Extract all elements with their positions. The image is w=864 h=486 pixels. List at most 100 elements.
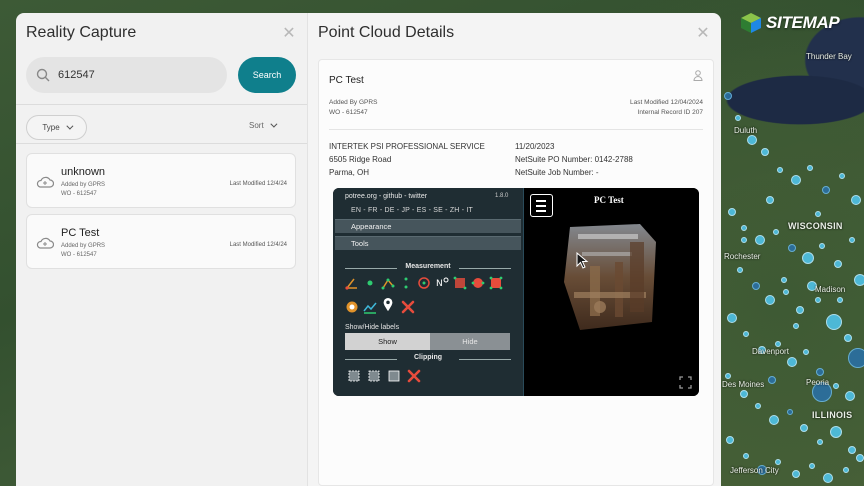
fullscreen-icon[interactable] (679, 376, 692, 389)
map-marker[interactable] (740, 390, 748, 398)
map-marker[interactable] (752, 282, 760, 290)
map-marker[interactable] (826, 314, 842, 330)
map-marker[interactable] (761, 148, 769, 156)
map-marker[interactable] (816, 368, 824, 376)
map-marker[interactable] (833, 383, 839, 389)
map-marker[interactable] (727, 313, 737, 323)
annotation-tool-icon[interactable] (345, 300, 359, 314)
map-marker[interactable] (741, 237, 747, 243)
user-icon[interactable] (693, 70, 703, 81)
clip-plane-icon[interactable] (387, 369, 401, 383)
tools-section[interactable]: Tools (335, 236, 521, 250)
clip-volume-icon[interactable] (347, 369, 361, 383)
map-marker[interactable] (755, 403, 761, 409)
map-marker[interactable] (726, 436, 734, 444)
map-marker[interactable] (728, 208, 736, 216)
menu-icon[interactable] (530, 194, 553, 217)
close-icon[interactable]: ✕ (281, 26, 297, 42)
map-marker[interactable] (807, 165, 813, 171)
map-marker[interactable] (845, 391, 855, 401)
hide-labels-toggle[interactable]: Hide (430, 333, 510, 350)
map-marker[interactable] (788, 244, 796, 252)
remove-clipping-icon[interactable] (407, 369, 421, 383)
map-marker[interactable] (747, 135, 757, 145)
map-marker[interactable] (848, 348, 864, 368)
list-item[interactable]: unknown Added by GPRS WO - 612547 Last M… (26, 153, 296, 208)
map-marker[interactable] (809, 463, 815, 469)
area-tool-icon[interactable] (453, 276, 467, 290)
point-tool-icon[interactable] (363, 276, 377, 290)
map-marker[interactable] (766, 196, 774, 204)
map-marker[interactable] (765, 295, 775, 305)
map-marker[interactable] (787, 357, 797, 367)
map-marker[interactable] (819, 243, 825, 249)
sort-button[interactable]: Sort (249, 120, 278, 130)
map-marker[interactable] (822, 186, 830, 194)
map-marker[interactable] (802, 252, 814, 264)
language-selector[interactable]: EN - FR - DE - JP - ES - SE - ZH - IT (351, 207, 473, 214)
map-marker[interactable] (839, 173, 845, 179)
close-icon[interactable]: ✕ (695, 26, 711, 42)
height-tool-icon[interactable] (399, 276, 413, 290)
angle-tool-icon[interactable] (345, 276, 359, 290)
map-marker[interactable] (743, 331, 749, 337)
map-marker[interactable] (844, 334, 852, 342)
item-wo: WO - 612547 (61, 191, 97, 197)
remove-measurements-icon[interactable] (401, 300, 415, 314)
map-marker[interactable] (724, 92, 732, 100)
map-marker[interactable] (735, 115, 741, 121)
map-marker[interactable] (848, 446, 856, 454)
show-labels-toggle[interactable]: Show (345, 333, 430, 350)
list-item[interactable]: PC Test Added by GPRS WO - 612547 Last M… (26, 214, 296, 269)
azimuth-tool-icon[interactable]: N (435, 276, 449, 290)
map-marker[interactable] (741, 225, 747, 231)
map-marker[interactable] (815, 211, 821, 217)
map-marker[interactable] (823, 473, 833, 483)
map-marker[interactable] (768, 376, 776, 384)
potree-header-links[interactable]: potree.org - github - twitter (345, 193, 427, 200)
profile-tool-icon[interactable] (363, 300, 377, 314)
search-button[interactable]: Search (238, 57, 296, 93)
box-volume-tool-icon[interactable] (489, 276, 503, 290)
point-cloud-render-area[interactable]: PC Test (523, 188, 699, 396)
clip-polygon-icon[interactable] (367, 369, 381, 383)
map-marker[interactable] (815, 297, 821, 303)
map-marker[interactable] (783, 289, 789, 295)
map-marker[interactable] (851, 195, 861, 205)
point-cloud-details-panel: Point Cloud Details ✕ PC Test Added By G… (307, 13, 721, 486)
map-marker[interactable] (775, 459, 781, 465)
type-filter-button[interactable]: Type (26, 115, 87, 140)
potree-viewer[interactable]: potree.org - github - twitter 1.8.0 EN -… (333, 188, 699, 396)
volume-tool-icon[interactable] (471, 276, 485, 290)
search-field[interactable] (26, 57, 227, 93)
map-marker[interactable] (791, 175, 801, 185)
map-marker[interactable] (849, 237, 855, 243)
map-marker[interactable] (793, 323, 799, 329)
map-marker[interactable] (856, 454, 864, 462)
map-marker[interactable] (725, 373, 731, 379)
chevron-down-icon (270, 120, 278, 128)
map-marker[interactable] (787, 409, 793, 415)
circle-tool-icon[interactable] (417, 276, 431, 290)
map-marker[interactable] (743, 453, 749, 459)
map-marker[interactable] (834, 260, 842, 268)
search-input[interactable] (58, 69, 208, 81)
map-marker[interactable] (769, 415, 779, 425)
map-marker[interactable] (796, 306, 804, 314)
map-marker[interactable] (843, 467, 849, 473)
map-marker[interactable] (803, 349, 809, 355)
map-marker[interactable] (792, 470, 800, 478)
map-marker[interactable] (781, 277, 787, 283)
map-marker[interactable] (755, 235, 765, 245)
map-marker[interactable] (773, 229, 779, 235)
map-marker[interactable] (837, 297, 843, 303)
map-marker[interactable] (830, 426, 842, 438)
map-marker[interactable] (737, 267, 743, 273)
location-pin-icon[interactable] (381, 298, 395, 312)
map-marker[interactable] (854, 274, 864, 286)
map-marker[interactable] (817, 439, 823, 445)
appearance-section[interactable]: Appearance (335, 219, 521, 233)
map-marker[interactable] (800, 424, 808, 432)
map-marker[interactable] (777, 167, 783, 173)
distance-tool-icon[interactable] (381, 276, 395, 290)
